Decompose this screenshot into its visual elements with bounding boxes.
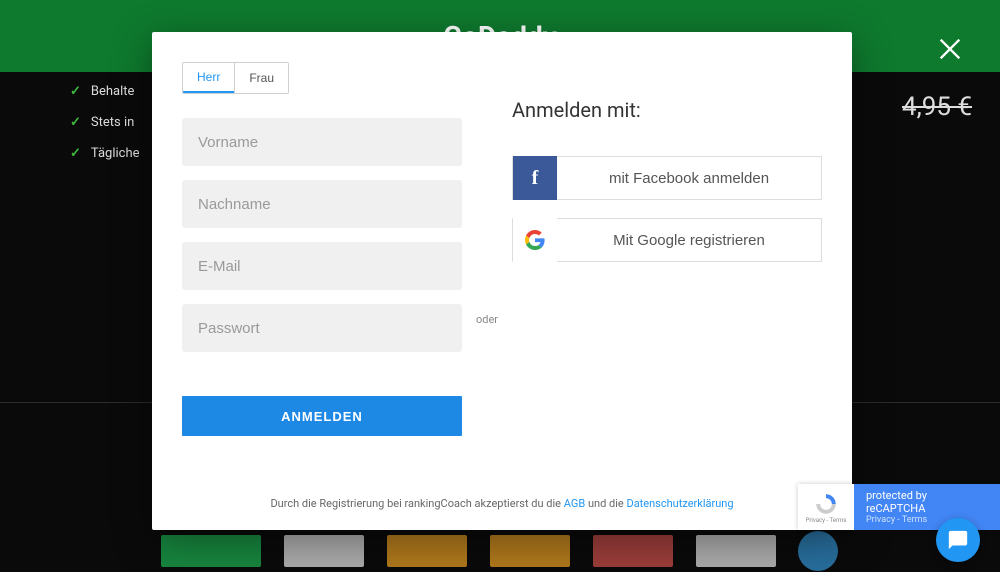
partner-logo xyxy=(593,535,673,567)
signup-modal: Herr Frau ANMELDEN oder Anmelden mit: f … xyxy=(152,32,852,530)
partner-logo xyxy=(798,531,838,571)
feature-item: ✓ Behalte xyxy=(70,84,140,99)
facebook-button-label: mit Facebook anmelden xyxy=(557,170,821,187)
close-button[interactable] xyxy=(934,34,966,66)
social-heading: Anmelden mit: xyxy=(512,98,822,122)
strikethrough-price: 4,95 € xyxy=(902,92,972,122)
salutation-tab-frau[interactable]: Frau xyxy=(234,63,288,93)
close-icon xyxy=(936,35,964,63)
salutation-tab-herr[interactable]: Herr xyxy=(183,63,234,93)
feature-text: Behalte xyxy=(91,84,135,99)
submit-button[interactable]: ANMELDEN xyxy=(182,396,462,436)
feature-item: ✓ Stets in xyxy=(70,115,140,130)
partner-logo xyxy=(284,535,364,567)
divider-label: oder xyxy=(476,313,498,326)
recaptcha-terms-link[interactable]: Terms xyxy=(902,515,927,525)
recaptcha-icon xyxy=(813,491,839,517)
privacy-link[interactable]: Datenschutzerklärung xyxy=(626,497,733,510)
agb-link[interactable]: AGB xyxy=(564,497,585,510)
partner-logo xyxy=(161,535,261,567)
feature-text: Stets in xyxy=(91,115,134,130)
legal-text: Durch die Registrierung bei rankingCoach… xyxy=(182,497,822,510)
recaptcha-privacy-tiny: Privacy - Terms xyxy=(806,517,847,524)
feature-item: ✓ Tägliche xyxy=(70,146,140,161)
social-column: Anmelden mit: f mit Facebook anmelden Mi… xyxy=(512,62,822,436)
google-button-label: Mit Google registrieren xyxy=(557,232,821,249)
firstname-input[interactable] xyxy=(182,118,462,166)
divider-column: oder xyxy=(462,62,512,436)
google-icon xyxy=(513,218,557,262)
facebook-login-button[interactable]: f mit Facebook anmelden xyxy=(512,156,822,200)
recaptcha-icon-box: Privacy - Terms xyxy=(798,484,854,530)
partner-logos-row xyxy=(0,530,1000,572)
check-icon: ✓ xyxy=(70,115,81,130)
partner-logo xyxy=(387,535,467,567)
partner-logo xyxy=(490,535,570,567)
recaptcha-protected-label: protected by reCAPTCHA xyxy=(866,489,988,515)
partner-logo xyxy=(696,535,776,567)
chat-button[interactable] xyxy=(936,518,980,562)
email-input[interactable] xyxy=(182,242,462,290)
check-icon: ✓ xyxy=(70,84,81,99)
form-column: Herr Frau ANMELDEN xyxy=(182,62,462,436)
feature-text: Tägliche xyxy=(91,146,140,161)
facebook-icon: f xyxy=(513,156,557,200)
recaptcha-text: protected by reCAPTCHA Privacy - Terms xyxy=(854,484,1000,530)
check-icon: ✓ xyxy=(70,146,81,161)
password-input[interactable] xyxy=(182,304,462,352)
recaptcha-privacy-link[interactable]: Privacy xyxy=(866,515,895,525)
google-login-button[interactable]: Mit Google registrieren xyxy=(512,218,822,262)
chat-icon xyxy=(947,529,969,551)
lastname-input[interactable] xyxy=(182,180,462,228)
feature-list: ✓ Behalte ✓ Stets in ✓ Tägliche xyxy=(70,84,140,177)
salutation-tabs: Herr Frau xyxy=(182,62,289,94)
